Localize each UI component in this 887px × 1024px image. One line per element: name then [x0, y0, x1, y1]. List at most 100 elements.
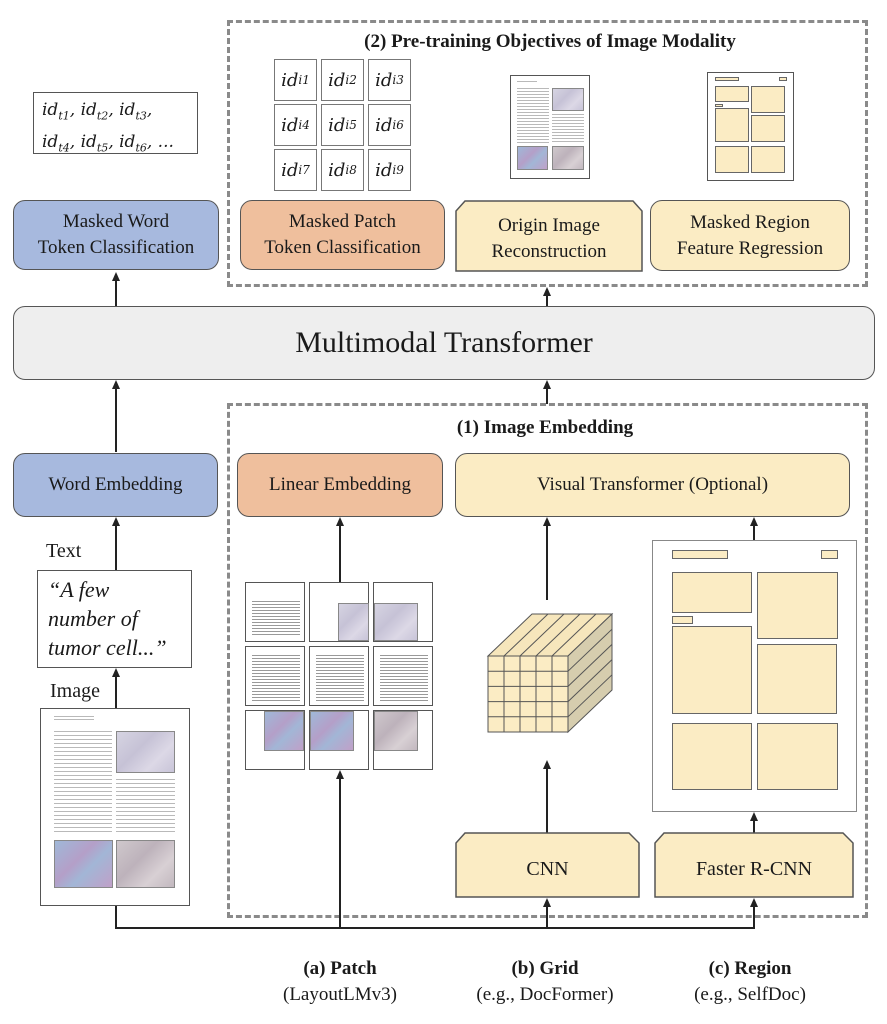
- region-layout-document: [652, 540, 857, 812]
- tissue-image: [54, 840, 113, 888]
- arrowhead-icon: [112, 380, 120, 389]
- arrow-image-to-text: [115, 676, 117, 708]
- arrowhead-icon: [112, 517, 120, 526]
- region-box: [672, 626, 752, 714]
- caption-patch: (a) Patch (LayoutLMv3): [265, 956, 415, 1008]
- token-id: idt6: [119, 132, 147, 155]
- word-token-ids-line1: idt1, idt2, idt3,: [42, 100, 153, 123]
- patch-token-id-cell: id i6: [368, 104, 411, 146]
- word-token-ids-line2: idt4, idt5, idt6, ...: [42, 132, 174, 155]
- tissue-image: [116, 840, 175, 888]
- pretraining-objectives-title: (2) Pre-training Objectives of Image Mod…: [364, 31, 736, 52]
- box-label-line1: Masked Region: [690, 211, 810, 233]
- tissue-image: [552, 88, 584, 111]
- arrowhead-icon: [543, 380, 551, 389]
- box-label-line2: Feature Regression: [676, 237, 824, 259]
- arrow-text-to-word-embedding: [115, 525, 117, 571]
- word-token-ids-box: idt1, idt2, idt3, idt4, idt5, idt6, ...: [33, 92, 198, 155]
- image-patch: [245, 710, 305, 770]
- connector-bottom-bus: [115, 927, 755, 929]
- token-id: idt5: [80, 132, 109, 155]
- masked-patch-token-classification-box[interactable]: Masked Patch Token Classification: [240, 200, 445, 270]
- arrow-bus-to-cnn: [546, 906, 548, 928]
- tissue-image: [552, 146, 584, 170]
- multimodal-transformer-box[interactable]: Multimodal Transformer: [13, 306, 875, 380]
- region-box: [757, 572, 838, 639]
- arrowhead-icon: [543, 287, 551, 296]
- box-label-line2: Reconstruction: [491, 241, 607, 262]
- patch-token-id-cell: id i5: [321, 104, 364, 146]
- patch-token-id-cell: id i7: [274, 149, 317, 191]
- input-document-image: [40, 708, 190, 906]
- arrowhead-icon: [750, 517, 758, 526]
- faster-rcnn-box[interactable]: Faster R-CNN: [654, 832, 854, 898]
- origin-image-document-thumbnail: [510, 75, 590, 179]
- image-input-label: Image: [50, 680, 100, 702]
- linear-embedding-box[interactable]: Linear Embedding: [237, 453, 443, 517]
- box-label-line2: Token Classification: [264, 237, 421, 258]
- arrowhead-icon: [112, 272, 120, 281]
- feature-grid-cube: [486, 612, 614, 734]
- image-patch: [245, 582, 305, 642]
- region-box: [757, 644, 837, 714]
- arrow-patches-to-linear-embedding: [339, 525, 341, 585]
- caption-title: (a) Patch: [303, 958, 377, 979]
- linear-embedding-label: Linear Embedding: [269, 474, 411, 495]
- patch-token-id-cell: id i4: [274, 104, 317, 146]
- cube-front-face: [487, 655, 569, 733]
- masked-region: [751, 115, 785, 142]
- image-patch: [309, 646, 369, 706]
- caption-region: (c) Region (e.g., SelfDoc): [675, 956, 825, 1008]
- masked-word-token-classification-box[interactable]: Masked Word Token Classification: [13, 200, 219, 270]
- arrow-regions-to-visual-transformer: [753, 525, 755, 541]
- multimodal-transformer-label: Multimodal Transformer: [295, 326, 593, 359]
- patch-token-id-cell: id i9: [368, 149, 411, 191]
- tissue-image: [116, 731, 175, 773]
- token-id: idt2: [80, 100, 109, 123]
- caption-title: (b) Grid: [511, 958, 579, 979]
- image-patch: [373, 710, 433, 770]
- arrow-image-embedding-to-transformer: [546, 388, 548, 404]
- arrowhead-icon: [336, 770, 344, 779]
- visual-transformer-label: Visual Transformer (Optional): [536, 474, 769, 495]
- box-label-line2: Token Classification: [37, 237, 195, 258]
- connector-input-down: [115, 906, 117, 928]
- arrow-grid-to-visual-transformer: [546, 525, 548, 600]
- region-box: [757, 723, 838, 790]
- region-box: [672, 723, 752, 790]
- arrow-input-to-patches: [339, 778, 341, 928]
- origin-image-reconstruction-box[interactable]: Origin Image Reconstruction: [455, 200, 643, 272]
- caption-subtitle: (LayoutLMv3): [283, 984, 397, 1005]
- image-patch: [309, 582, 369, 642]
- caption-grid: (b) Grid (e.g., DocFormer): [465, 956, 625, 1008]
- image-embedding-title: (1) Image Embedding: [456, 417, 634, 438]
- image-patch: [373, 646, 433, 706]
- faster-rcnn-label: Faster R-CNN: [695, 858, 813, 880]
- caption-title: (c) Region: [708, 958, 792, 979]
- masked-region-layout-thumbnail: [707, 72, 794, 181]
- patch-token-id-grid: id i1 id i2 id i3 id i4 id i5 id i6 id i7 id i8 id i9: [274, 59, 411, 193]
- arrow-word-embedding-to-transformer: [115, 388, 117, 452]
- word-embedding-box[interactable]: Word Embedding: [13, 453, 218, 517]
- box-label-line1: Origin Image: [498, 215, 600, 236]
- arrow-cnn-to-grid: [546, 768, 548, 842]
- token-id: idt3: [119, 100, 147, 123]
- visual-transformer-box[interactable]: Visual Transformer (Optional): [455, 453, 850, 517]
- masked-region: [751, 146, 785, 173]
- text-sample-line: number of: [48, 606, 138, 631]
- cnn-box[interactable]: CNN: [455, 832, 640, 898]
- image-patch: [245, 646, 305, 706]
- caption-subtitle: (e.g., DocFormer): [476, 984, 614, 1005]
- arrow-to-masked-word: [115, 280, 117, 306]
- masked-region-feature-regression-box[interactable]: Masked Region Feature Regression: [650, 200, 850, 271]
- arrowhead-icon: [750, 898, 758, 907]
- tissue-image: [517, 146, 548, 170]
- patch-token-id-cell: id i3: [368, 59, 411, 101]
- region-box: [672, 572, 752, 613]
- image-patch-grid: [245, 582, 435, 770]
- arrowhead-icon: [336, 517, 344, 526]
- arrowhead-icon: [543, 517, 551, 526]
- arrowhead-icon: [750, 812, 758, 821]
- image-patch: [309, 710, 369, 770]
- box-label-line1: Masked Patch: [288, 211, 397, 232]
